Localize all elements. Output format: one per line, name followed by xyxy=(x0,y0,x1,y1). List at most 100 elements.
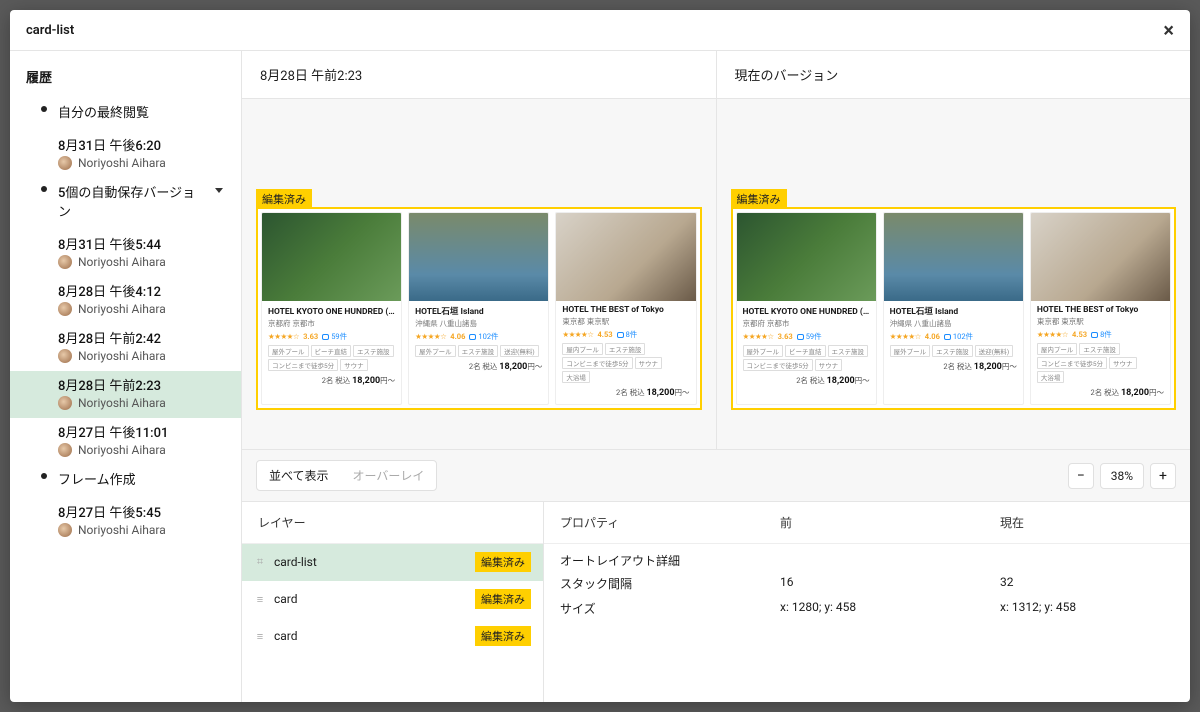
reviews-link[interactable]: 8件 xyxy=(617,329,638,340)
sidebar-version-item[interactable]: 8月31日 午後5:44Noriyoshi Aihara xyxy=(10,230,241,277)
reviews-link[interactable]: 102件 xyxy=(944,331,973,342)
zoom-value: 38% xyxy=(1100,463,1144,489)
properties-header: プロパティ 前 現在 xyxy=(544,502,1190,544)
avatar xyxy=(58,156,72,170)
sidebar-version-item[interactable]: 8月27日 午後11:01Noriyoshi Aihara xyxy=(10,418,241,465)
card-rating: ★★★★☆3.6359件 xyxy=(268,331,395,342)
card-rating: ★★★★☆3.6359件 xyxy=(743,331,870,342)
version-author: Noriyoshi Aihara xyxy=(58,156,225,170)
avatar xyxy=(58,302,72,316)
card-list-right: HOTEL KYOTO ONE HUNDRED (ホテル…京都府 京都市★★★★… xyxy=(731,207,1177,410)
sidebar-version-item[interactable]: 8月27日 午後5:45Noriyoshi Aihara xyxy=(10,498,241,545)
card-price: 2名 税込 18,200円〜 xyxy=(743,375,870,386)
overlay-tab[interactable]: オーバーレイ xyxy=(341,461,437,490)
hotel-card[interactable]: HOTEL THE BEST of Tokyo東京都 東京駅★★★★☆4.538… xyxy=(1030,212,1171,405)
tag-row: 屋外プールビーチ直結エステ施設コンビニまで徒歩5分サウナ xyxy=(743,345,870,371)
canvas-right[interactable]: 編集済み HOTEL KYOTO ONE HUNDRED (ホテル…京都府 京都… xyxy=(717,99,1191,449)
layer-icon: ≡ xyxy=(254,630,266,643)
layer-item[interactable]: ⌗card-list編集済み xyxy=(242,544,543,581)
layer-icon: ≡ xyxy=(254,593,266,606)
version-time: 8月27日 午後11:01 xyxy=(58,422,225,441)
stars-icon: ★★★★☆ xyxy=(1037,330,1068,339)
card-title: HOTEL石垣 Island xyxy=(415,305,542,317)
reviews-link[interactable]: 8件 xyxy=(1091,329,1112,340)
card-location: 京都府 京都市 xyxy=(268,318,395,329)
tag: 屋外プール xyxy=(890,345,931,357)
layer-item[interactable]: ≡ card 編集済み xyxy=(242,618,543,655)
tag: コンビニまで徒歩5分 xyxy=(268,359,338,371)
hotel-card[interactable]: HOTEL KYOTO ONE HUNDRED (ホテル…京都府 京都市★★★★… xyxy=(736,212,877,405)
view-toolbar: 並べて表示 オーバーレイ − 38% + xyxy=(242,450,1190,502)
dialog-title: card-list xyxy=(26,23,74,38)
card-price: 2名 税込 18,200円〜 xyxy=(1037,387,1164,398)
card-rating: ★★★★☆ 4.53 8件 xyxy=(1037,329,1164,340)
reviews-link[interactable]: 59件 xyxy=(322,331,347,342)
tag: コンビニまで徒歩5分 xyxy=(562,357,632,369)
version-author: Noriyoshi Aihara xyxy=(58,349,225,363)
reviews-link[interactable]: 59件 xyxy=(797,331,822,342)
version-time: 8月31日 午後6:20 xyxy=(58,135,225,154)
author-name: Noriyoshi Aihara xyxy=(78,349,166,363)
avatar xyxy=(58,443,72,457)
canvas-left[interactable]: 編集済み HOTEL KYOTO ONE HUNDRED (ホテル…京都府 京都… xyxy=(242,99,717,449)
tag-row: 屋内プールエステ施設コンビニまで徒歩5分サウナ大浴場 xyxy=(562,343,689,383)
author-name: Noriyoshi Aihara xyxy=(78,396,166,410)
sidebar-version-item[interactable]: 8月28日 午前2:23 Noriyoshi Aihara xyxy=(10,371,241,418)
tag: サウナ xyxy=(815,359,843,371)
rating-value: 4.53 xyxy=(597,330,612,339)
close-icon[interactable]: × xyxy=(1163,20,1174,40)
edited-badge: 編集済み xyxy=(731,189,787,209)
sidebar-version-item[interactable]: 8月28日 午前2:42Noriyoshi Aihara xyxy=(10,324,241,371)
col-after: 現在 xyxy=(1000,514,1174,531)
reviews-link[interactable]: 102件 xyxy=(469,331,498,342)
version-time: 8月28日 午前2:23 xyxy=(58,375,225,394)
card-price: 2名 税込 18,200円〜 xyxy=(268,375,395,386)
sidebar-version-item[interactable]: 8月31日 午後6:20 Noriyoshi Aihara xyxy=(10,131,241,178)
sidebar-version-item[interactable]: 8月28日 午後4:12Noriyoshi Aihara xyxy=(10,277,241,324)
property-before: x: 1280; y: 458 xyxy=(780,600,1000,617)
property-section: オートレイアウト詳細 xyxy=(544,544,1190,571)
layer-item[interactable]: ≡card編集済み xyxy=(242,581,543,618)
card-rating: ★★★★☆4.06102件 xyxy=(415,331,542,342)
main-panel: 8月28日 午前2:23 現在のバージョン 編集済み HOTEL KYOTO O… xyxy=(242,51,1190,702)
zoom-out-button[interactable]: − xyxy=(1068,463,1094,489)
view-mode-segment: 並べて表示 オーバーレイ xyxy=(256,460,437,491)
sidebar-group[interactable]: 5個の自動保存バージョン xyxy=(10,178,241,230)
hotel-card[interactable]: HOTEL KYOTO ONE HUNDRED (ホテル…京都府 京都市★★★★… xyxy=(261,212,402,405)
zoom-controls: − 38% + xyxy=(1068,463,1176,489)
card-list-left: HOTEL KYOTO ONE HUNDRED (ホテル…京都府 京都市★★★★… xyxy=(256,207,702,410)
card-title: HOTEL石垣 Island xyxy=(890,305,1017,317)
avatar xyxy=(58,255,72,269)
version-author: Noriyoshi Aihara xyxy=(58,396,225,410)
version-history-dialog: card-list × 履歴 自分の最終閲覧8月31日 午後6:20Noriyo… xyxy=(10,10,1190,702)
tag: エステ施設 xyxy=(353,345,394,357)
layer-name: card xyxy=(274,629,467,643)
tag: ビーチ直結 xyxy=(311,345,352,357)
tag: 屋外プール xyxy=(415,345,456,357)
tag: ビーチ直結 xyxy=(785,345,826,357)
stars-icon: ★★★★☆ xyxy=(415,332,446,341)
tag: コンビニまで徒歩5分 xyxy=(743,359,813,371)
property-label: サイズ xyxy=(560,600,780,617)
card-location: 沖縄県 八重山諸島 xyxy=(890,318,1017,329)
chevron-down-icon xyxy=(215,188,223,193)
sidebar-group[interactable]: 自分の最終閲覧 xyxy=(10,98,241,131)
tag-row: 屋外プールエステ施設送迎(無料) xyxy=(890,345,1017,357)
tag-row: 屋外プールエステ施設送迎(無料) xyxy=(415,345,542,357)
right-version-title: 現在のバージョン xyxy=(717,51,1191,98)
tag: サウナ xyxy=(635,357,663,369)
hotel-card[interactable]: HOTEL石垣 Island沖縄県 八重山諸島★★★★☆4.06102件屋外プー… xyxy=(883,212,1024,405)
card-rating: ★★★★☆4.538件 xyxy=(562,329,689,340)
edited-badge: 編集済み xyxy=(475,626,531,646)
tag: エステ施設 xyxy=(828,345,869,357)
version-time: 8月31日 午後5:44 xyxy=(58,234,225,253)
tag: エステ施設 xyxy=(605,343,646,355)
zoom-in-button[interactable]: + xyxy=(1150,463,1176,489)
hotel-card[interactable]: HOTEL石垣 Island沖縄県 八重山諸島★★★★☆4.06102件屋外プー… xyxy=(408,212,549,405)
side-by-side-tab[interactable]: 並べて表示 xyxy=(257,461,341,490)
property-row: サイズx: 1280; y: 458x: 1312; y: 458 xyxy=(544,596,1190,621)
rating-value: 4.53 xyxy=(1072,330,1087,339)
tag: サウナ xyxy=(340,359,368,371)
hotel-card[interactable]: HOTEL THE BEST of Tokyo東京都 東京駅★★★★☆4.538… xyxy=(555,212,696,405)
sidebar-group[interactable]: フレーム作成 xyxy=(10,465,241,498)
